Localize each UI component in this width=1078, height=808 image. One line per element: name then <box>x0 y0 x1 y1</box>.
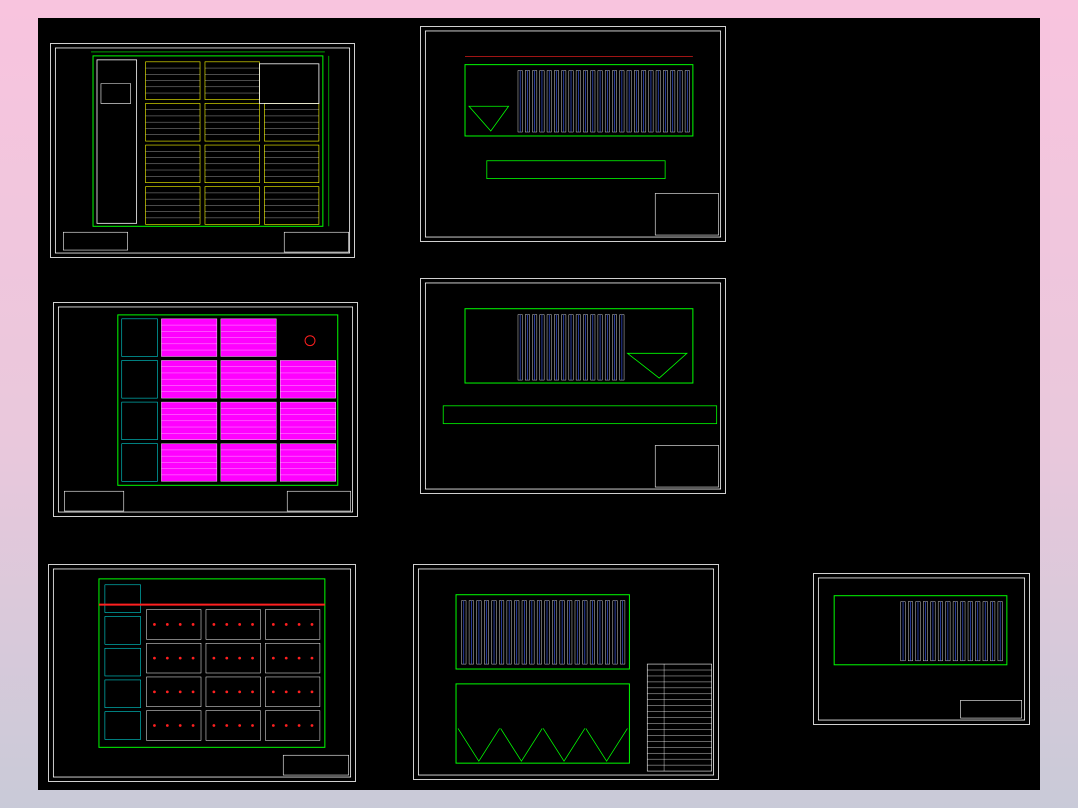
sheet-plan-yellow[interactable] <box>50 43 355 258</box>
section-hopper-drawing <box>417 568 715 776</box>
drawing-canvas[interactable] <box>38 18 1040 790</box>
plan-magenta-drawing <box>57 306 354 513</box>
sheet-section-a[interactable] <box>420 26 726 242</box>
sheet-plan-magenta[interactable] <box>53 302 358 517</box>
section-a-drawing <box>424 30 722 238</box>
plan-yellow-drawing <box>54 47 351 254</box>
sheet-plan-piping[interactable] <box>48 564 356 782</box>
sheet-section-small[interactable] <box>813 573 1030 725</box>
sheet-section-b[interactable] <box>420 278 726 494</box>
sheet-section-hopper[interactable] <box>413 564 719 780</box>
plan-piping-drawing <box>52 568 352 778</box>
section-b-drawing <box>424 282 722 490</box>
section-small-drawing <box>817 577 1026 721</box>
